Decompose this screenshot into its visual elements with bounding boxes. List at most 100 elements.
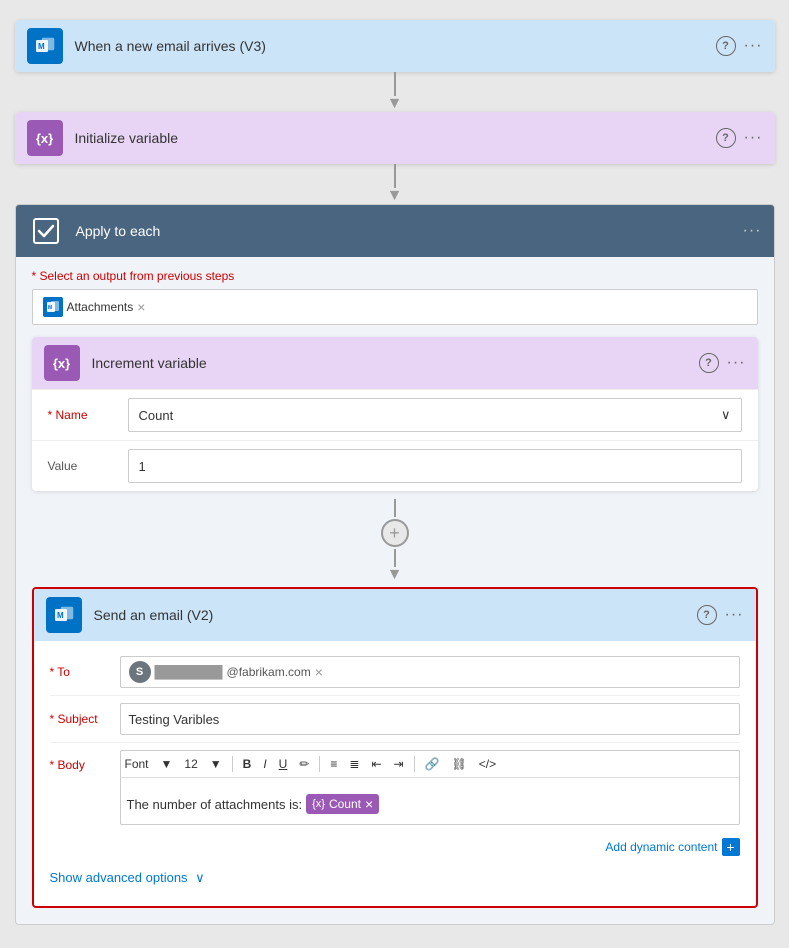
- recipient-chip: S ████████ @fabrikam.com ×: [129, 661, 323, 683]
- show-advanced-link[interactable]: Show advanced options ∨: [50, 870, 205, 886]
- connector-line-1: [394, 72, 396, 96]
- initialize-help-icon[interactable]: ?: [716, 128, 736, 148]
- connector-line-2: [394, 164, 396, 188]
- trigger-header: M When a new email arrives (V3) ? ···: [15, 20, 775, 72]
- recipient-avatar: S: [129, 661, 151, 683]
- font-size[interactable]: 12: [180, 755, 201, 773]
- body-label: * Body: [50, 750, 120, 772]
- align-left-button[interactable]: ⇤: [367, 755, 385, 773]
- apply-icon: [28, 213, 64, 249]
- attachments-field[interactable]: M Attachments ×: [32, 289, 758, 325]
- dynamic-chip-close[interactable]: ×: [365, 796, 373, 812]
- subject-label: * Subject: [50, 712, 120, 726]
- connector-arrow-1: ▼: [387, 96, 403, 112]
- dynamic-chip-icon: {x}: [312, 798, 325, 810]
- trigger-actions: ? ···: [716, 36, 763, 56]
- body-editor[interactable]: Font ▼ 12 ▼ B I U ✏ ≡: [120, 750, 740, 825]
- bullet-ul-button[interactable]: ≡: [326, 755, 341, 773]
- add-dynamic-link[interactable]: Add dynamic content +: [605, 838, 739, 856]
- trigger-more-icon[interactable]: ···: [744, 37, 763, 55]
- inner-connector: + ▼: [32, 499, 758, 583]
- recipient-email: ████████: [155, 665, 223, 679]
- send-email-help-icon[interactable]: ?: [697, 605, 717, 625]
- apply-body: * Select an output from previous steps M…: [16, 257, 774, 924]
- add-dynamic-icon[interactable]: +: [722, 838, 740, 856]
- connector-2: ▼: [387, 164, 403, 204]
- font-select[interactable]: Font: [121, 755, 153, 773]
- send-email-more-icon[interactable]: ···: [725, 606, 744, 624]
- value-label: Value: [48, 459, 128, 473]
- advanced-options-section: Show advanced options ∨: [50, 864, 740, 890]
- bold-button[interactable]: B: [239, 755, 256, 773]
- send-email-container: M Send an email (V2) ? ··· * To: [32, 587, 758, 908]
- svg-text:M: M: [57, 611, 64, 620]
- trigger-card: M When a new email arrives (V3) ? ···: [15, 20, 775, 72]
- value-input[interactable]: 1: [128, 449, 742, 483]
- align-right-button[interactable]: ⇥: [390, 755, 408, 773]
- toolbar-sep-1: [232, 756, 233, 772]
- toolbar-sep-3: [414, 756, 415, 772]
- send-email-icon: M: [46, 597, 82, 633]
- advanced-label: Show advanced options: [50, 870, 188, 885]
- link-button[interactable]: 🔗: [421, 755, 444, 773]
- subject-row: * Subject Testing Varibles: [50, 696, 740, 743]
- to-input[interactable]: S ████████ @fabrikam.com ×: [120, 656, 740, 688]
- dynamic-chip: {x} Count ×: [306, 794, 379, 814]
- underline-button[interactable]: U: [275, 755, 292, 773]
- increment-more-icon[interactable]: ···: [727, 354, 746, 372]
- increment-header: {x} Increment variable ? ···: [32, 337, 758, 389]
- add-step-button[interactable]: +: [381, 519, 409, 547]
- attachment-tag: M Attachments ×: [43, 297, 146, 317]
- initialize-card: {x} Initialize variable ? ···: [15, 112, 775, 164]
- apply-select-label: * Select an output from previous steps: [32, 269, 758, 283]
- inner-line-top: [394, 499, 396, 517]
- font-dropdown-icon[interactable]: ▼: [157, 755, 177, 773]
- editor-toolbar: Font ▼ 12 ▼ B I U ✏ ≡: [121, 751, 739, 778]
- trigger-help-icon[interactable]: ?: [716, 36, 736, 56]
- apply-more-icon[interactable]: ···: [743, 222, 762, 240]
- to-row: * To S ████████ @fabrikam.com ×: [50, 649, 740, 696]
- pen-button[interactable]: ✏: [295, 755, 313, 773]
- connector-1: ▼: [387, 72, 403, 112]
- increment-help-icon[interactable]: ?: [699, 353, 719, 373]
- trigger-title: When a new email arrives (V3): [75, 38, 716, 54]
- attachment-label: Attachments: [67, 300, 134, 314]
- apply-actions: ···: [743, 222, 762, 240]
- name-dropdown-icon[interactable]: ∨: [721, 407, 731, 423]
- apply-title: Apply to each: [76, 223, 743, 239]
- add-dynamic-section: Add dynamic content +: [50, 832, 740, 864]
- unlink-button[interactable]: ⛓: [448, 755, 471, 773]
- send-email-body: * To S ████████ @fabrikam.com × *: [34, 641, 756, 906]
- body-text: The number of attachments is:: [127, 797, 303, 812]
- toolbar-sep-2: [319, 756, 320, 772]
- initialize-more-icon[interactable]: ···: [744, 129, 763, 147]
- name-input[interactable]: Count ∨: [128, 398, 742, 432]
- initialize-actions: ? ···: [716, 128, 763, 148]
- apply-header: Apply to each ···: [16, 205, 774, 257]
- send-email-title: Send an email (V2): [94, 607, 697, 623]
- font-size-dropdown-icon[interactable]: ▼: [206, 755, 226, 773]
- send-email-actions: ? ···: [697, 605, 744, 625]
- italic-button[interactable]: I: [259, 755, 270, 773]
- increment-icon: {x}: [44, 345, 80, 381]
- increment-actions: ? ···: [699, 353, 746, 373]
- send-email-header: M Send an email (V2) ? ···: [34, 589, 756, 641]
- connector-arrow-2: ▼: [387, 188, 403, 204]
- inner-arrow: ▼: [387, 567, 403, 583]
- subject-input[interactable]: Testing Varibles: [120, 703, 740, 735]
- code-button[interactable]: </>: [475, 755, 500, 773]
- attachment-close[interactable]: ×: [137, 299, 145, 315]
- name-row: * Name Count ∨: [32, 389, 758, 440]
- flow-container: M When a new email arrives (V3) ? ··· ▼ …: [15, 20, 775, 925]
- initialize-header: {x} Initialize variable ? ···: [15, 112, 775, 164]
- inner-line-bottom: [394, 549, 396, 567]
- apply-container: Apply to each ··· * Select an output fro…: [15, 204, 775, 925]
- bullet-ol-button[interactable]: ≣: [345, 755, 363, 773]
- body-row: * Body Font ▼ 12 ▼ B I U: [50, 743, 740, 832]
- to-label: * To: [50, 665, 120, 679]
- dynamic-chip-label: Count: [329, 797, 361, 811]
- name-value: Count: [139, 408, 174, 423]
- body-content[interactable]: The number of attachments is: {x} Count …: [121, 784, 739, 824]
- recipient-close[interactable]: ×: [315, 664, 323, 680]
- advanced-icon: ∨: [195, 870, 205, 885]
